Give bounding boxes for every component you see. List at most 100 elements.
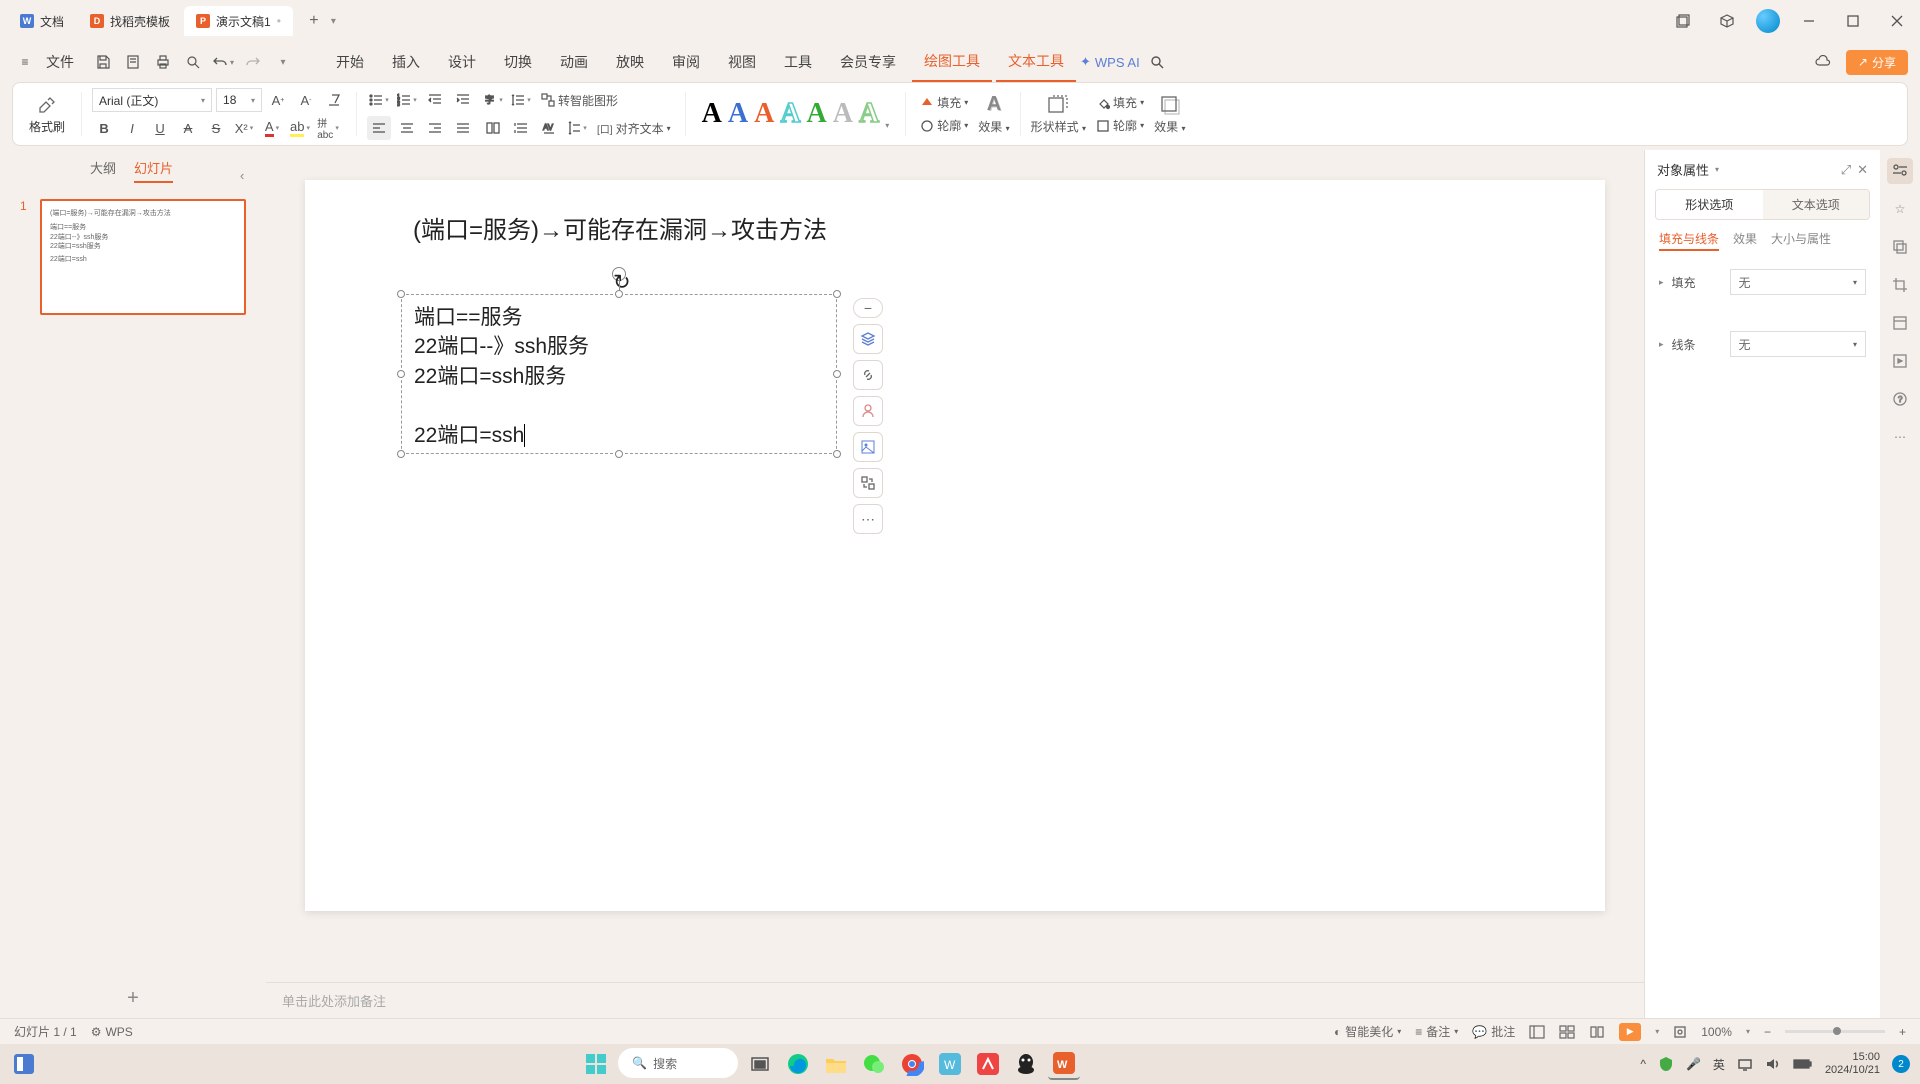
slideshow-button[interactable]: ▶ bbox=[1619, 1023, 1641, 1041]
network-icon[interactable] bbox=[1737, 1057, 1753, 1071]
line-select[interactable]: 无▾ bbox=[1730, 331, 1866, 357]
text-effect-button[interactable]: A 效果 ▾ bbox=[978, 93, 1009, 135]
menu-view[interactable]: 视图 bbox=[716, 42, 768, 82]
menu-drawtools[interactable]: 绘图工具 bbox=[912, 42, 992, 82]
slide-textbox[interactable]: ↻ 端口==服务 22端口--》ssh服务 22端口=ssh服务 22端口=ss… bbox=[401, 294, 837, 454]
wps-ai-button[interactable]: ✦ WPS AI bbox=[1080, 54, 1140, 70]
save-icon[interactable] bbox=[90, 49, 116, 75]
wordart-6[interactable]: A bbox=[833, 98, 853, 130]
handle-s[interactable] bbox=[615, 450, 623, 458]
handle-nw[interactable] bbox=[397, 290, 405, 298]
minimize-button[interactable] bbox=[1794, 6, 1824, 36]
tray-security-icon[interactable] bbox=[1658, 1056, 1674, 1072]
collapse-pane-icon[interactable]: ‹ bbox=[240, 168, 244, 183]
align-text-button[interactable]: [口]对齐文本▾ bbox=[593, 116, 675, 140]
shape-effect-button[interactable]: 效果 ▾ bbox=[1154, 94, 1185, 135]
zoom-in-button[interactable]: + bbox=[1899, 1025, 1906, 1039]
beautify-button[interactable]: ◐ 智能美化 ▾ bbox=[1334, 1023, 1401, 1040]
menu-insert[interactable]: 插入 bbox=[380, 42, 432, 82]
new-tab-button[interactable]: + bbox=[301, 8, 327, 34]
notification-badge[interactable]: 2 bbox=[1892, 1055, 1910, 1073]
shape-outline-button[interactable]: 轮廓▾ bbox=[1092, 117, 1148, 134]
doc-tab-1[interactable]: W 文档 bbox=[8, 6, 76, 36]
superscript-button[interactable]: X² bbox=[232, 116, 256, 140]
find-icon[interactable] bbox=[180, 49, 206, 75]
char-spacing-button[interactable]: AV bbox=[537, 116, 561, 140]
format-brush[interactable]: 格式刷 bbox=[23, 94, 71, 135]
handle-sw[interactable] bbox=[397, 450, 405, 458]
print-preview-icon[interactable] bbox=[120, 49, 146, 75]
multiwin-icon[interactable] bbox=[1668, 6, 1698, 36]
zoom-level[interactable]: 100% bbox=[1701, 1025, 1732, 1039]
handle-ne[interactable] bbox=[833, 290, 841, 298]
wordart-gallery[interactable]: A A A A A A A ▾ bbox=[696, 98, 896, 130]
help-icon[interactable]: ? bbox=[1887, 386, 1913, 412]
smart-shape-button[interactable]: 转智能图形 bbox=[537, 88, 622, 112]
fit-icon[interactable] bbox=[1673, 1025, 1687, 1039]
close-button[interactable] bbox=[1882, 6, 1912, 36]
align-right-button[interactable] bbox=[423, 116, 447, 140]
align-justify-button[interactable] bbox=[451, 116, 475, 140]
redo-button[interactable] bbox=[240, 49, 266, 75]
app-2-icon[interactable] bbox=[972, 1048, 1004, 1080]
convert-icon[interactable] bbox=[853, 468, 883, 498]
close-prop-icon[interactable]: ✕ bbox=[1857, 162, 1868, 178]
collapse-float-icon[interactable]: − bbox=[853, 298, 883, 318]
fill-line-tab[interactable]: 填充与线条 bbox=[1659, 230, 1719, 251]
link-icon[interactable] bbox=[853, 360, 883, 390]
text-outline-button[interactable]: 轮廓▾ bbox=[916, 117, 972, 134]
edge-icon[interactable] bbox=[782, 1048, 814, 1080]
font-color-button[interactable]: A bbox=[260, 116, 284, 140]
zoom-slider[interactable] bbox=[1785, 1030, 1885, 1033]
comments-button[interactable]: 💬 批注 bbox=[1472, 1023, 1515, 1040]
slide-layout-icon[interactable] bbox=[1887, 310, 1913, 336]
para-spacing-button[interactable] bbox=[509, 116, 533, 140]
wordart-3[interactable]: A bbox=[754, 98, 774, 130]
battery-icon[interactable] bbox=[1793, 1058, 1813, 1070]
duplicate-icon[interactable] bbox=[1887, 234, 1913, 260]
tray-expand-icon[interactable]: ^ bbox=[1640, 1057, 1646, 1071]
strike2-button[interactable]: S bbox=[204, 116, 228, 140]
maximize-button[interactable] bbox=[1838, 6, 1868, 36]
bold-button[interactable]: B bbox=[92, 116, 116, 140]
animation-pane-icon[interactable] bbox=[1887, 348, 1913, 374]
menu-animation[interactable]: 动画 bbox=[548, 42, 600, 82]
app-1-icon[interactable]: W bbox=[934, 1048, 966, 1080]
menu-tools[interactable]: 工具 bbox=[772, 42, 824, 82]
wps-mode[interactable]: ⚙ WPS bbox=[91, 1025, 133, 1039]
newtab-dd-icon[interactable]: ▾ bbox=[331, 16, 336, 27]
italic-button[interactable]: I bbox=[120, 116, 144, 140]
align-center-button[interactable] bbox=[395, 116, 419, 140]
pin-icon[interactable]: ⤢ bbox=[1841, 162, 1851, 178]
qq-icon[interactable] bbox=[1010, 1048, 1042, 1080]
app-menu-icon[interactable]: ≡ bbox=[12, 49, 38, 75]
indent-dec-button[interactable] bbox=[423, 88, 447, 112]
image-icon[interactable] bbox=[853, 432, 883, 462]
line-spacing-button[interactable] bbox=[509, 88, 533, 112]
decrease-font-icon[interactable]: A- bbox=[294, 88, 318, 112]
taskbar-search[interactable]: 🔍 搜索 bbox=[618, 1048, 738, 1078]
properties-icon[interactable] bbox=[1887, 158, 1913, 184]
avatar[interactable] bbox=[1756, 9, 1780, 33]
person-icon[interactable] bbox=[853, 396, 883, 426]
underline-button[interactable]: U bbox=[148, 116, 172, 140]
align-left-button[interactable] bbox=[367, 116, 391, 140]
more-qat-icon[interactable]: ▾ bbox=[270, 49, 296, 75]
wordart-2[interactable]: A bbox=[728, 98, 748, 130]
add-slide-button[interactable]: + bbox=[0, 978, 266, 1018]
wordart-7[interactable]: A bbox=[859, 98, 879, 130]
wechat-icon[interactable] bbox=[858, 1048, 890, 1080]
share-button[interactable]: ↗ 分享 bbox=[1846, 50, 1908, 75]
highlight-button[interactable]: ab bbox=[288, 116, 312, 140]
slide-thumb-1[interactable]: (端口=服务)→可能存在漏洞→攻击方法 端口==服务 22端口--》ssh服务 … bbox=[40, 199, 246, 315]
wordart-more-icon[interactable]: ▾ bbox=[885, 121, 889, 130]
line-height-button[interactable] bbox=[565, 116, 589, 140]
volume-icon[interactable] bbox=[1765, 1057, 1781, 1071]
shape-options-tab[interactable]: 形状选项 bbox=[1656, 190, 1763, 219]
notes-pane[interactable]: 单击此处添加备注 bbox=[266, 982, 1644, 1018]
file-menu[interactable]: 文件 bbox=[42, 42, 86, 82]
slide-1[interactable]: (端口=服务)→可能存在漏洞→攻击方法 ↻ 端口==服务 22端口--》ssh服… bbox=[305, 180, 1605, 911]
text-fill-button[interactable]: 填充▾ bbox=[916, 94, 972, 111]
handle-se[interactable] bbox=[833, 450, 841, 458]
more-side-icon[interactable]: ⋯ bbox=[1887, 424, 1913, 450]
